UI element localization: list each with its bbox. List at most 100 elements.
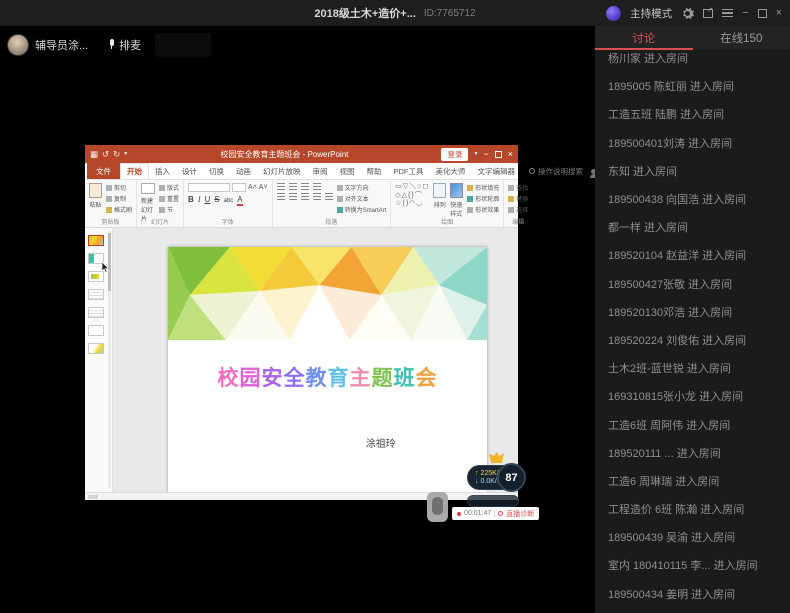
slide-thumbnail-6[interactable] [88,325,104,336]
qat-dropdown-icon[interactable]: ▾ [124,151,127,157]
find-button[interactable]: 查找 [508,183,528,192]
chat-message: 杨川家 进入房间 [608,53,689,66]
smartart-button[interactable]: 转换为SmartArt [336,205,386,214]
underline-button[interactable]: U [204,195,210,204]
replace-button[interactable]: 替换 [508,194,528,203]
live-diagnosis-link[interactable]: 直播诊断 [506,509,534,519]
ppt-tab-切换[interactable]: 切换 [203,163,230,179]
presenter-chip[interactable]: 辅导员涂... 排麦 [7,33,212,57]
screen-share-stage: 辅导员涂... 排麦 ▦ ↺ ↻ ▾ 校园安全教育主题班会 - PowerPoi… [0,26,614,613]
chat-panel[interactable]: 杨川家 进入房间 1895005 陈虹丽 进入房间 工造五班 陆鹏 进入房间 1895… [595,50,790,613]
numbering-icon[interactable] [288,183,297,190]
ppt-tab-开始[interactable]: 开始 [120,163,149,179]
tell-me-box[interactable]: 操作说明搜索 [529,163,583,179]
strikethrough-button[interactable]: S [214,195,219,204]
font-size-select[interactable] [232,183,247,192]
ppt-signin-button[interactable]: 登录 [441,147,469,161]
ppt-titlebar[interactable]: ▦ ↺ ↻ ▾ 校园安全教育主题班会 - PowerPoint 登录 ▾ − × [85,145,518,163]
shapes-gallery[interactable]: ▭▽＼○◻ ◇△{}⌒ ☆()◠◡ [395,183,429,208]
layout-button[interactable]: 版式 [159,183,179,192]
ppt-tab-幻灯片放映[interactable]: 幻灯片放映 [257,163,307,179]
thumbnail-scrollbar[interactable] [108,231,111,489]
align-center-icon[interactable] [288,193,297,200]
quick-access-toolbar[interactable]: ▦ ↺ ↻ ▾ [90,150,127,159]
menu-icon[interactable] [722,9,734,17]
ppt-tab-视图[interactable]: 视图 [334,163,361,179]
score-badge: 87 [497,463,526,492]
drawing-group: ▭▽＼○◻ ◇△{}⌒ ☆()◠◡ 排列 快速样式 形状填充 形状轮廓 形状效果… [391,180,505,227]
close-button[interactable]: × [776,7,782,19]
ppt-tab-美化大师[interactable]: 美化大师 [430,163,472,179]
shrink-font-icon[interactable]: A˅ [259,184,268,191]
sidebar-tab-discussion[interactable]: 讨论 [595,26,693,50]
ppt-close-button[interactable]: × [508,149,513,159]
quick-styles-button[interactable]: 快速样式 [450,183,464,218]
slide-canvas[interactable]: 校园安全教育主题班会 涂祖玲 [168,247,487,492]
copy-button[interactable]: 复制 [106,194,132,203]
slide-thumbnail-4[interactable] [88,289,104,300]
popout-icon[interactable] [703,6,714,18]
slide-thumbnail-5[interactable] [88,307,104,318]
settings-gear-icon[interactable] [681,7,695,20]
ppt-tab-插入[interactable]: 插入 [149,163,176,179]
paste-button[interactable]: 粘贴 [89,183,102,209]
format-painter-button[interactable]: 格式刷 [106,205,132,214]
arrange-button[interactable]: 排列 [433,183,447,209]
shapes-row: ▭▽＼○◻ [395,183,430,190]
indent-decrease-icon[interactable] [300,183,309,190]
indent-increase-icon[interactable] [312,183,321,190]
align-right-icon[interactable] [300,193,309,200]
redo-icon[interactable]: ↻ [113,150,120,159]
undo-icon[interactable]: ↺ [102,150,109,159]
slide-title-char: 育 [327,367,350,390]
layout-icon [159,184,166,191]
font-name-select[interactable] [188,183,231,192]
scrollbar-thumb[interactable] [108,233,111,291]
upload-arrow-icon: ↑ [475,470,479,477]
shape-fill-button[interactable]: 形状填充 [467,183,499,192]
ppt-tab-动画[interactable]: 动画 [230,163,257,179]
justify-icon[interactable] [312,193,321,200]
minimize-button[interactable]: − [742,7,748,19]
save-icon[interactable]: ▦ [90,150,98,159]
align-text-button[interactable]: 对齐文本 [336,194,387,203]
ppt-tab-帮助[interactable]: 帮助 [361,163,388,179]
mic-queue-button[interactable]: 排麦 [108,37,141,53]
ppt-tab-设计[interactable]: 设计 [176,163,203,179]
ppt-restore-button[interactable] [494,150,502,158]
chat-message: 189520130邓浩 进入房间 [608,306,733,319]
slide-editing-area: 校园安全教育主题班会 涂祖玲 [113,228,518,492]
ppt-tab-文件[interactable]: 文件 [87,163,120,179]
slide-thumbnail-7[interactable] [88,343,104,354]
shapes-row: ◇△{}⌒ [395,191,423,199]
chat-message: 189520104 赵益洋 进入房间 [608,250,747,263]
bullets-icon[interactable] [276,183,285,190]
ppt-tab-PDF工具[interactable]: PDF工具 [388,163,430,179]
cut-button[interactable]: 剪切 [106,183,132,192]
host-mode-label: 主持模式 [630,7,673,20]
columns-icon[interactable] [324,193,333,200]
select-button[interactable]: 选择 [508,205,528,214]
font-color-button[interactable]: A [237,196,243,206]
slide-thumbnail-panel[interactable] [85,228,113,492]
ppt-tab-审阅[interactable]: 审阅 [307,163,334,179]
lowpoly-banner-image [168,247,487,340]
shape-outline-button[interactable]: 形状轮廓 [467,194,499,203]
section-button[interactable]: 节 [159,205,179,214]
ribbon-options-icon[interactable]: ▾ [474,151,477,157]
grow-font-icon[interactable]: A˄ [248,184,257,191]
ppt-tab-文字编辑器[interactable]: 文字编辑器 [472,163,522,179]
chat-message: 189520224 刘俊佑 进入房间 [608,334,747,347]
slide-thumbnail-1[interactable] [88,235,104,246]
char-spacing-button[interactable]: abc [224,198,234,204]
sidebar-tab-online[interactable]: 在线150 [693,26,790,50]
bold-button[interactable]: B [188,195,194,204]
align-left-icon[interactable] [276,193,285,200]
text-direction-button[interactable]: 文字方向 [336,183,387,192]
reset-button[interactable]: 重置 [159,194,179,203]
ppt-minimize-button[interactable]: − [483,149,488,159]
maximize-button[interactable] [757,8,767,18]
shape-effects-button[interactable]: 形状效果 [467,205,499,214]
copy-icon [106,195,112,202]
italic-button[interactable]: I [198,195,201,204]
